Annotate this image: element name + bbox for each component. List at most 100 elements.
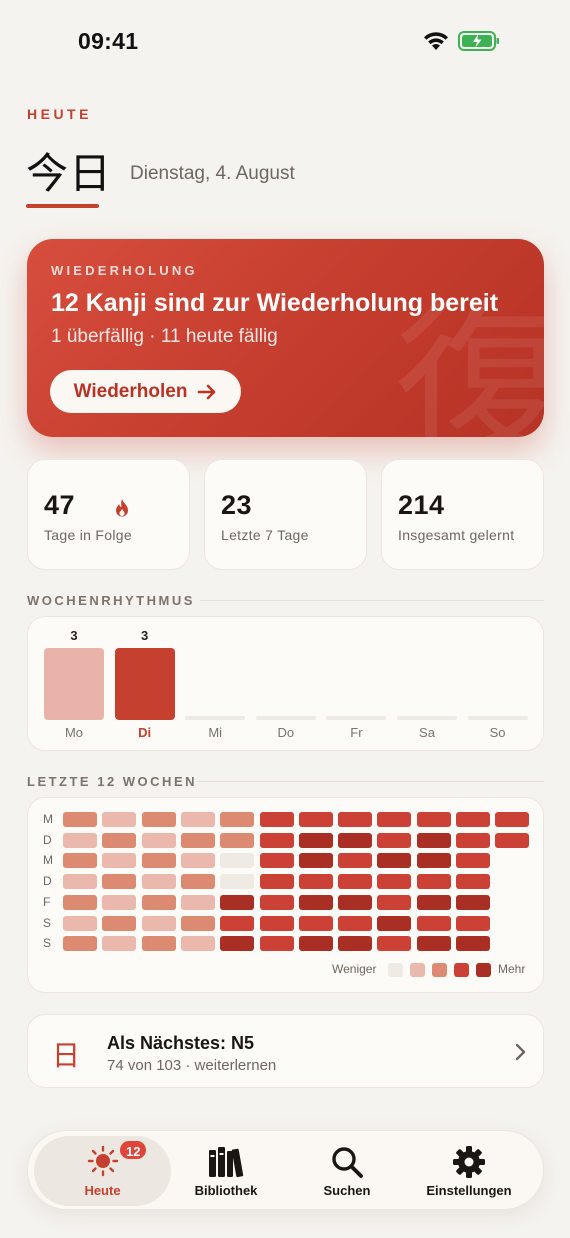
heatmap-cell <box>259 832 294 848</box>
weekday-label: Mo <box>64 725 84 740</box>
heatmap-cell <box>298 874 333 890</box>
heatmap-cell <box>416 894 451 910</box>
heatmap-cell <box>220 936 255 952</box>
heatmap-cell <box>141 894 176 910</box>
heatmap-cell <box>377 936 412 952</box>
weekday-label: So <box>489 725 506 740</box>
heatmap-cell <box>416 874 451 890</box>
books-icon <box>209 1147 244 1178</box>
legend-swatch <box>388 963 403 977</box>
weekly-chart: 3 Mo 3 Di Mi Do Fr Sa So <box>27 616 544 751</box>
heatmap-cell <box>220 832 255 848</box>
heatmap-cell <box>456 832 490 848</box>
tab-bibliothek[interactable]: Bibliothek <box>171 1131 281 1211</box>
heatmap-cell <box>495 832 530 848</box>
stat-caption: Letzte 7 Tage <box>221 527 309 543</box>
heatmap-cell <box>416 853 451 869</box>
next-level-card[interactable]: 日 Als Nächstes: N5 74 von 103 · weiterle… <box>27 1014 544 1088</box>
divider <box>196 781 544 782</box>
heatmap-cell <box>180 812 215 827</box>
heatmap-cell <box>102 894 137 910</box>
heatmap-cell <box>63 874 97 890</box>
heatmap-cell <box>416 936 451 952</box>
review-subtitle: 1 überfällig · 11 heute fällig <box>51 326 278 347</box>
heatmap-cell <box>377 874 412 890</box>
heatmap-row-label: M <box>43 812 53 826</box>
heatmap-cell <box>141 832 176 848</box>
heatmap-cell <box>63 812 97 827</box>
next-subtitle: 74 von 103 · weiterlernen <box>107 1057 277 1074</box>
heatmap-cell <box>456 936 490 952</box>
battery-icon <box>458 31 499 51</box>
heatmap-cell <box>102 936 137 952</box>
heatmap-cell <box>220 874 255 890</box>
review-label: WIEDERHOLUNG <box>51 263 198 278</box>
weekday-column: Do <box>255 617 316 752</box>
gear-icon <box>453 1146 485 1178</box>
heatmap-cell <box>63 894 97 910</box>
heatmap-cell <box>63 915 97 931</box>
section-eyebrow: HEUTE <box>27 106 92 122</box>
heatmap-cell <box>298 936 333 952</box>
weekday-column: Fr <box>326 617 387 752</box>
tab-einstellungen[interactable]: Einstellungen <box>410 1131 528 1211</box>
weekday-bar <box>467 716 528 720</box>
bar-value: 3 <box>70 628 78 643</box>
notification-badge: 12 <box>118 1139 149 1161</box>
heatmap-cell <box>63 832 97 848</box>
heatmap-cell <box>102 832 137 848</box>
heatmap-cell <box>338 936 373 952</box>
heatmap-cell <box>416 832 451 848</box>
heatmap-row-label: D <box>43 874 52 889</box>
heatmap-cell <box>298 894 333 910</box>
review-button[interactable]: Wiederholen <box>50 370 241 413</box>
review-card[interactable]: 復 WIEDERHOLUNG 12 Kanji sind zur Wiederh… <box>27 239 544 437</box>
heatmap-cell <box>377 894 412 910</box>
heatmap-cell <box>298 812 333 827</box>
status-bar: 09:41 <box>0 0 570 80</box>
legend-swatch <box>476 963 491 977</box>
next-kanji: 日 <box>52 1039 81 1072</box>
heatmap-cell <box>456 853 490 869</box>
tab-heute[interactable]: 12 Heute <box>34 1136 171 1206</box>
heatmap-row-label: D <box>43 832 52 847</box>
tab-label: Bibliothek <box>194 1183 258 1198</box>
heatmap-cell <box>141 915 176 931</box>
divider <box>200 600 544 601</box>
heatmap-cell <box>220 853 255 869</box>
heatmap-row-label: S <box>43 936 52 951</box>
tab-suchen[interactable]: Suchen <box>290 1131 404 1211</box>
heatmap-heading: LETZTE 12 WOCHEN <box>27 774 198 789</box>
heatmap-cell <box>180 853 215 869</box>
weekly-heading: WOCHENRHYTHMUS <box>27 593 195 608</box>
heatmap-cell <box>141 853 176 869</box>
weekday-bar <box>114 648 175 720</box>
weekday-bar <box>185 716 246 720</box>
heatmap-cell <box>180 936 215 952</box>
heatmap-cell <box>416 812 451 827</box>
sun-icon <box>87 1145 118 1177</box>
watermark-kanji: 復 <box>395 285 544 437</box>
heatmap-row-label: M <box>43 853 53 868</box>
heatmap-cell <box>102 915 137 931</box>
stat-caption: Tage in Folge <box>44 527 132 543</box>
heatmap-cell <box>259 936 294 952</box>
tab-bar: 12 Heute Bibliothek Suchen Einstellungen <box>27 1130 544 1210</box>
heatmap-cell <box>180 874 215 890</box>
weekday-label: Mi <box>208 725 223 740</box>
review-title: 12 Kanji sind zur Wiederholung bereit <box>51 289 499 317</box>
heatmap-cell <box>377 853 412 869</box>
weekday-bar <box>397 716 457 720</box>
weekday-label: Sa <box>419 725 435 740</box>
heatmap-cell <box>338 915 373 931</box>
heatmap-cell <box>377 812 412 827</box>
heatmap-cell <box>259 915 294 931</box>
stat-caption: Insgesamt gelernt <box>398 527 515 543</box>
tab-label: Heute <box>84 1183 121 1198</box>
heatmap-cell <box>102 853 137 869</box>
weekday-column: Mi <box>185 617 246 752</box>
stat-card-total: 214 Insgesamt gelernt <box>381 459 544 570</box>
heatmap-cell <box>456 894 490 910</box>
stat-card-streak: 47 Tage in Folge <box>27 459 190 570</box>
heatmap-cell <box>298 853 333 869</box>
